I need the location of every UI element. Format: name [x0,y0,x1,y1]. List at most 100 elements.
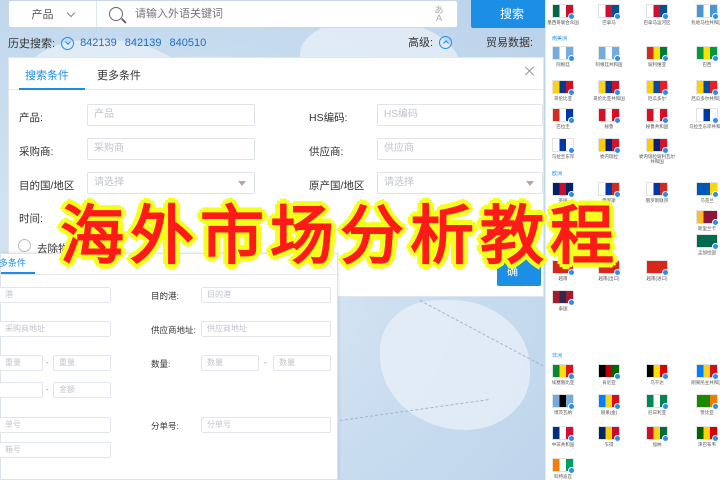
quantity-label: 数量: [151,359,171,369]
search-icon [109,7,123,21]
exclude-radio[interactable] [18,239,31,252]
check-icon [614,55,621,62]
more-conditions-overlay: 多条件 港 目的港: 目的港 采购商地址 供应商地址: 供应商地址 重量 - 重… [0,253,339,480]
check-icon [712,117,719,124]
check-icon [662,13,669,20]
country-name: 秘鲁共和国 [645,124,669,129]
weight-min-field[interactable]: 重量 [0,355,43,371]
buyer-field[interactable]: 采购商 [87,138,255,160]
history-item[interactable]: 840510 [170,37,207,49]
check-icon [614,89,621,96]
dest-port-label: 目的港: [151,291,179,301]
country-name: 秘鲁 [604,124,614,129]
country-name: 巴拿马运河区 [643,20,671,25]
check-icon [568,13,575,20]
check-icon [614,117,621,124]
country-name: 阿根廷共和国 [595,62,623,67]
search-bar: 产品 あA 搜索 [0,0,553,32]
close-icon[interactable] [525,66,535,76]
supplier-field[interactable]: 供应商 [377,138,543,160]
history-item[interactable]: 842139 [80,37,117,49]
country-name: 哥伦比亚 [554,96,572,101]
product-field-label: 产品: [19,112,43,124]
headline-title: 海外市场分析教程 [60,200,620,274]
supplier-address-label: 供应商地址: [151,325,196,335]
product-type-label: 产品 [31,9,54,21]
history-item[interactable]: 842139 [125,37,162,49]
origin-country-placeholder: 请选择 [384,177,414,188]
country-name: 加纳 [652,442,662,447]
supplier-address-field[interactable]: 供应商地址 [201,321,331,337]
dest-country-select[interactable]: 请选择 [87,172,255,194]
check-icon [568,435,575,442]
check-icon [712,373,719,380]
country-name: 津巴布韦 [698,442,716,447]
search-input[interactable] [133,7,431,21]
buyer-label: 采购商: [19,146,54,158]
country-name: 博茨瓦纳 [554,410,572,415]
product-field[interactable]: 产品 [87,104,255,126]
weight-max-field[interactable]: 重量 [53,355,111,371]
check-icon [568,89,575,96]
check-icon [662,89,669,96]
search-button[interactable]: 搜索 [471,0,553,28]
check-icon [712,55,719,62]
check-icon [614,373,621,380]
country-name: 刚果民主共和国 [691,380,720,385]
advanced-label: 高级: [408,37,434,49]
check-icon [662,373,669,380]
search-box: 产品 あA [8,0,458,28]
check-icon [568,373,575,380]
country-name: 厄瓜多尔 [648,96,666,101]
country-name: 乌克兰 [700,198,714,203]
check-icon [712,403,719,410]
caret-down-icon [526,181,534,186]
tab-search-conditions[interactable]: 搜索条件 [25,67,69,83]
amount-min-field[interactable] [0,382,43,398]
check-icon [712,13,719,20]
check-icon [568,117,575,124]
country-name: 危地马拉共和国 [691,20,720,25]
country-name: 乌拉圭东岸 [551,154,575,159]
country-name: 刚果(金) [600,410,618,415]
port-field[interactable]: 港 [0,287,111,303]
quantity-max-field[interactable]: 数量 [273,355,331,371]
country-name: 乍得 [604,442,614,447]
tab-more-conditions[interactable]: 更多条件 [97,67,141,83]
chevron-down-icon[interactable] [61,36,75,50]
check-icon [712,219,719,226]
history-label: 历史搜索: [8,38,56,50]
country-name: 斯里兰卡 [698,226,716,231]
check-icon [568,147,575,154]
country-name: 哥伦比亚共和国 [593,96,625,101]
time-label: 时间: [19,213,43,225]
container-number-field[interactable]: 箱号 [0,442,111,458]
country-name: 委内瑞拉 [600,154,618,159]
hs-code-label: HS编码: [309,112,348,124]
check-icon [662,117,669,124]
sub-bill-field[interactable]: 分单号 [201,417,331,433]
active-tab-indicator [19,88,85,90]
buyer-address-field[interactable]: 采购商地址 [0,321,111,337]
check-icon [712,435,719,442]
dest-port-field[interactable]: 目的港 [201,287,331,303]
tab-more-conditions[interactable]: 多条件 [0,256,26,269]
hs-code-field[interactable]: HS编码 [377,104,543,126]
chevron-up-icon[interactable] [439,35,453,49]
origin-country-select[interactable]: 请选择 [377,172,543,194]
country-name: 阿根廷 [556,62,570,67]
country-name: 泰国 [558,306,568,311]
amount-max-field[interactable]: 金额 [53,382,111,398]
dest-country-placeholder: 请选择 [94,177,124,188]
product-type-select[interactable]: 产品 [9,1,97,27]
country-name: 巴拿马 [602,20,616,25]
country-name: 巴西 [702,62,712,67]
country-name: 委内瑞拉玻利瓦尔共和国 [639,154,675,164]
bill-number-field[interactable]: 单号 [0,417,111,433]
quantity-min-field[interactable]: 数量 [201,355,259,371]
translate-icon[interactable]: あA [431,6,447,23]
country-name: 尼日利亚 [648,410,666,415]
check-icon [568,299,575,306]
advanced-toggle[interactable]: 高级: [408,34,458,50]
check-icon [568,403,575,410]
